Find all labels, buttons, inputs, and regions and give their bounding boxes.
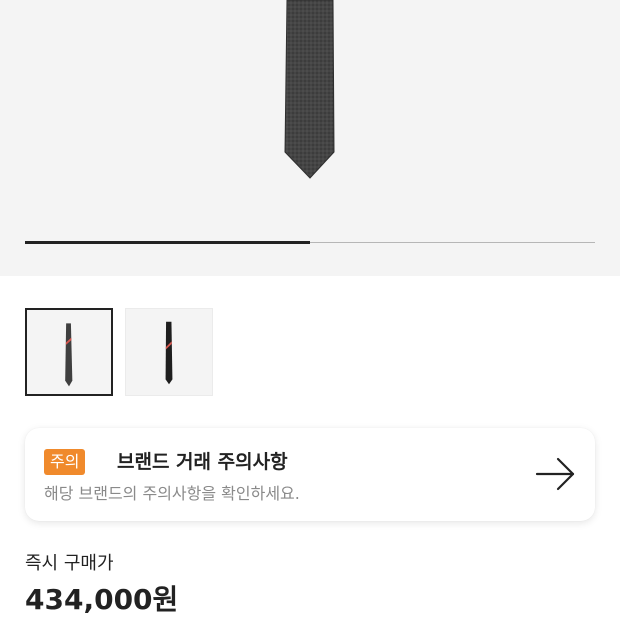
tie-thumbnail-image [165,321,173,385]
thumbnail-tie-front[interactable] [25,308,113,396]
brand-trade-notice-card[interactable]: 주의 브랜드 거래 주의사항 해당 브랜드의 주의사항을 확인하세요. [25,428,595,521]
instant-buy-price-label: 즉시 구매가 [25,553,114,574]
tie-thumbnail-image [65,323,73,387]
thumbnail-list [25,308,213,396]
tie-image [284,0,335,179]
product-image-carousel[interactable] [0,0,620,276]
progress-fill [25,241,310,244]
notice-badge: 주의 [44,449,86,475]
arrow-right-icon[interactable] [535,456,577,492]
thumbnail-tie-back[interactable] [125,308,213,396]
product-detail-page: 주의 브랜드 거래 주의사항 해당 브랜드의 주의사항을 확인하세요. 즉시 구… [0,0,620,620]
carousel-progress-bar [25,241,595,244]
notice-description: 해당 브랜드의 주의사항을 확인하세요. [44,484,300,503]
notice-title: 브랜드 거래 주의사항 [117,451,288,473]
instant-buy-price-value: 434,000원 [25,583,179,616]
